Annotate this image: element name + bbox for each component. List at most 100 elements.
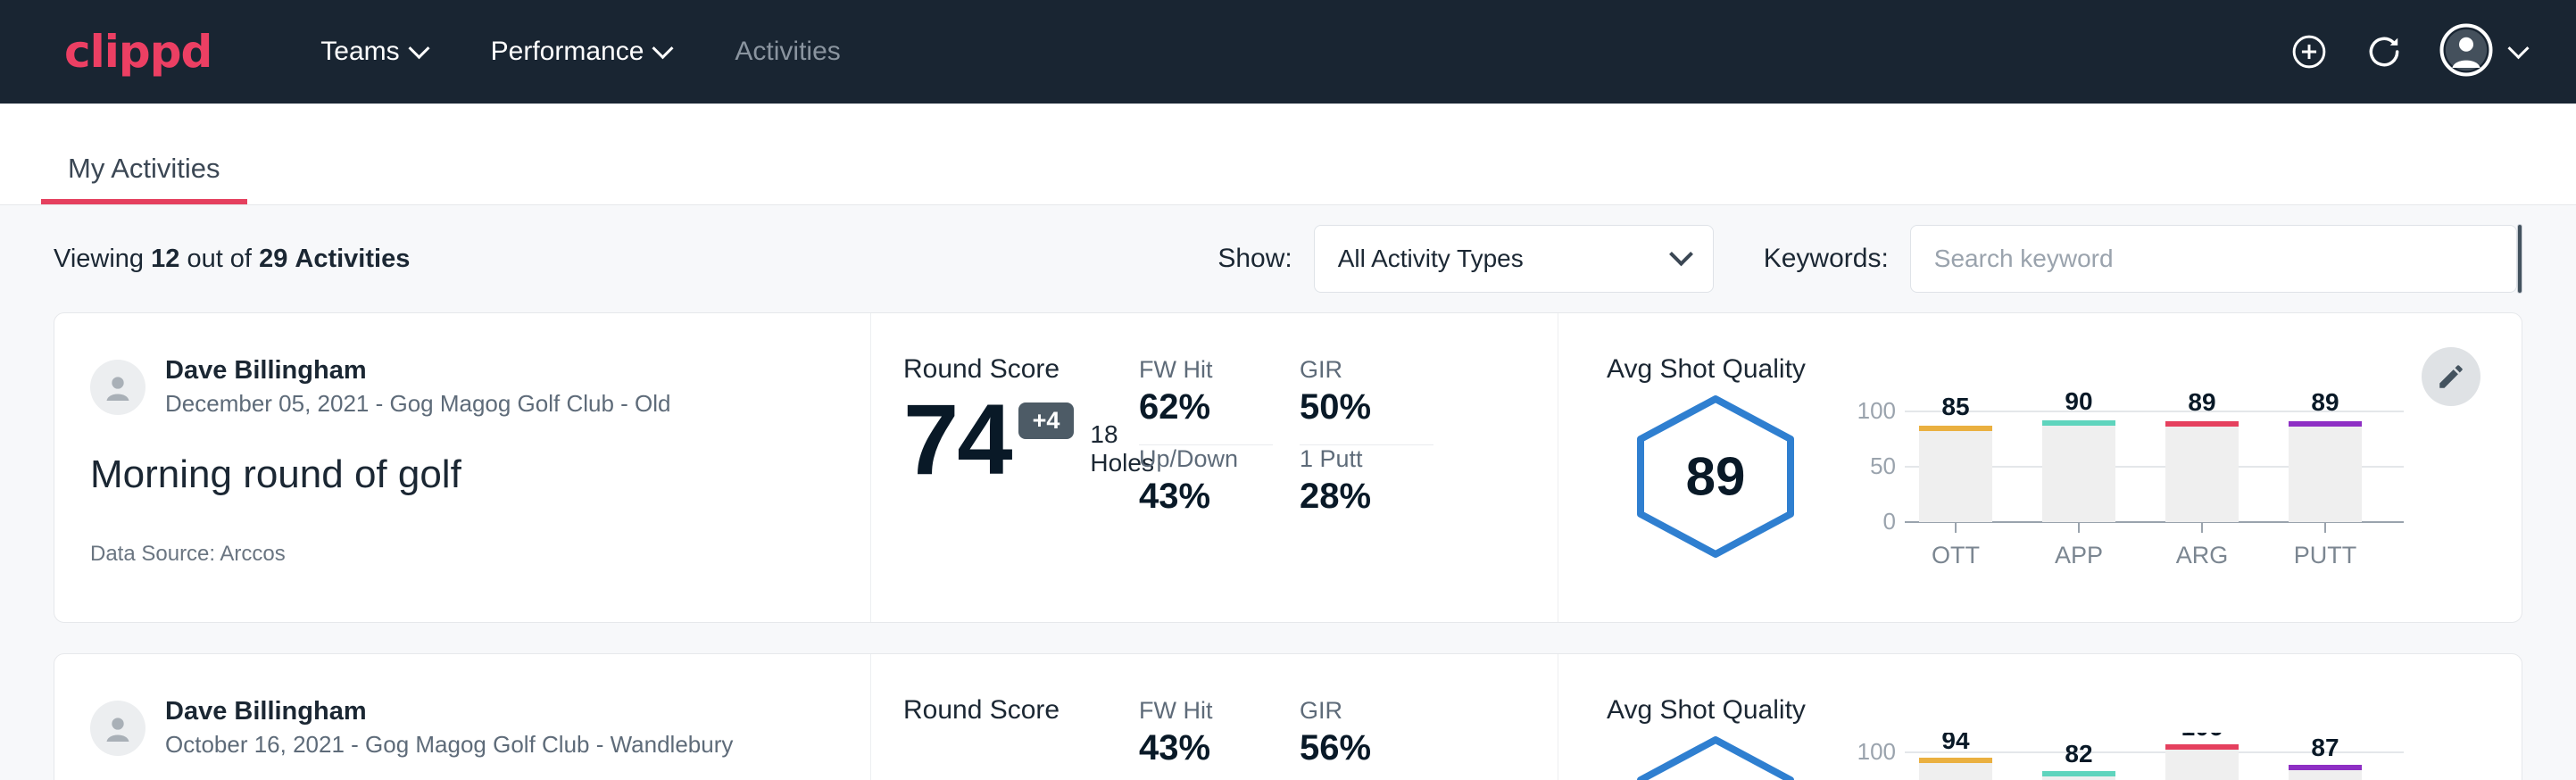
avg-shot-quality-label: Avg Shot Quality <box>1607 695 2522 726</box>
activity-stats-grid: FW Hit 43% GIR 56% <box>1139 654 1558 780</box>
stat-up-down-value: 43% <box>1139 477 1273 517</box>
round-score-label: Round Score <box>903 354 1139 385</box>
search-input[interactable]: Search keyword <box>1910 225 2517 293</box>
ytick-50: 50 <box>1870 452 1896 479</box>
account-menu[interactable] <box>2439 23 2526 81</box>
list-view-button[interactable] <box>2518 225 2522 293</box>
hexagon-icon <box>1626 733 1805 780</box>
score-to-par-badge: +4 <box>1018 402 1075 439</box>
nav-item-activities[interactable]: Activities <box>702 37 872 67</box>
tab-my-activities[interactable]: My Activities <box>41 153 247 204</box>
plus-circle-icon[interactable] <box>2289 32 2329 71</box>
bar-ott <box>1919 760 1992 780</box>
avatar <box>90 360 145 415</box>
person-icon <box>100 710 136 746</box>
list-view-icon <box>2518 241 2522 277</box>
chevron-down-icon <box>1669 242 1693 266</box>
pencil-icon <box>2436 361 2466 392</box>
activities-count-summary: Viewing 12 out of 29 Activities <box>54 245 410 274</box>
player-row: Dave Billingham October 16, 2021 - Gog M… <box>90 695 835 760</box>
stat-up-down: Up/Down 43% <box>1139 445 1273 535</box>
keyword-filter-group: Keywords: Search keyword <box>1764 225 2517 293</box>
stat-fw-hit: FW Hit 43% <box>1139 697 1273 780</box>
stat-gir: GIR 50% <box>1300 356 1433 445</box>
bar-label-app: 90 <box>2065 392 2092 415</box>
chevron-down-icon <box>652 37 674 59</box>
nav-item-teams[interactable]: Teams <box>288 37 458 67</box>
search-input-placeholder: Search keyword <box>1934 245 2114 273</box>
primary-nav-links: Teams Performance Activities <box>288 37 872 67</box>
activity-type-select[interactable]: All Activity Types <box>1314 225 1714 293</box>
ytick-0: 0 <box>1883 508 1896 535</box>
clippd-logo[interactable]: clippd <box>64 29 212 74</box>
ytick-100: 100 <box>1857 397 1896 424</box>
xtick-app: APP <box>2055 542 2103 568</box>
bar-ott <box>1919 428 1992 522</box>
avg-shot-quality-section: Avg Shot Quality 100 50 0 <box>1558 654 2522 780</box>
edit-activity-button[interactable] <box>2422 347 2480 406</box>
stat-fw-hit-value: 62% <box>1139 387 1273 427</box>
bar-cap-arg <box>2165 421 2239 427</box>
round-score-section: Round Score <box>871 654 1139 780</box>
ytick-100: 100 <box>1857 738 1896 765</box>
chevron-down-icon <box>408 37 429 59</box>
nav-item-teams-label: Teams <box>320 37 399 67</box>
activity-card[interactable]: Dave Billingham December 05, 2021 - Gog … <box>54 312 2522 623</box>
bar-cap-ott <box>1919 426 1992 431</box>
viewing-total: 29 <box>259 245 287 273</box>
refresh-icon[interactable] <box>2364 32 2404 71</box>
nav-item-activities-label: Activities <box>735 37 840 67</box>
avatar <box>90 701 145 756</box>
tab-my-activities-label: My Activities <box>68 153 220 184</box>
bar-cap-ott <box>1919 758 1992 763</box>
top-navigation-bar: clippd Teams Performance Activities <box>0 0 2576 104</box>
player-row: Dave Billingham December 05, 2021 - Gog … <box>90 354 835 419</box>
bar-putt <box>2289 424 2362 522</box>
activity-title: Morning round of golf <box>90 452 835 499</box>
xtick-putt: PUTT <box>2294 542 2357 568</box>
avg-shot-quality-row: 100 50 0 94 82 106 <box>1607 733 2522 780</box>
stat-up-down-label: Up/Down <box>1139 445 1273 473</box>
view-mode-toggle-group <box>2517 224 2522 294</box>
round-score-label: Round Score <box>903 695 1139 726</box>
nav-item-performance[interactable]: Performance <box>459 37 703 67</box>
player-name: Dave Billingham <box>165 354 671 386</box>
avg-shot-quality-value: 89 <box>1626 446 1805 508</box>
stat-fw-hit-value: 43% <box>1139 728 1273 768</box>
nav-right-actions <box>2289 23 2526 81</box>
bar-label-app: 82 <box>2065 740 2092 768</box>
viewing-suffix: Activities <box>295 245 410 273</box>
round-score-value: 74 <box>903 390 1011 490</box>
xtick-arg: ARG <box>2176 542 2229 568</box>
activity-card-summary: Dave Billingham October 16, 2021 - Gog M… <box>54 654 871 780</box>
bar-cap-putt <box>2289 421 2362 427</box>
stat-one-putt-value: 28% <box>1300 477 1433 517</box>
bar-chart-svg: 100 50 0 94 82 106 <box>1855 733 2408 780</box>
activity-meta: December 05, 2021 - Gog Magog Golf Club … <box>165 389 671 419</box>
avg-shot-quality-section: Avg Shot Quality 89 100 50 0 <box>1558 313 2522 622</box>
bar-cap-app <box>2042 771 2115 776</box>
shot-quality-bar-chart: 100 50 0 94 82 106 <box>1855 733 2408 780</box>
show-filter-group: Show: All Activity Types <box>1217 225 1713 293</box>
activity-card-summary: Dave Billingham December 05, 2021 - Gog … <box>54 313 871 622</box>
viewing-prefix: Viewing <box>54 245 144 273</box>
bar-cap-app <box>2042 420 2115 426</box>
avg-shot-quality-label: Avg Shot Quality <box>1607 354 2522 385</box>
bar-label-arg: 89 <box>2188 392 2215 416</box>
bar-arg <box>2165 747 2239 780</box>
xtick-ott: OTT <box>1932 542 1980 568</box>
activity-meta: October 16, 2021 - Gog Magog Golf Club -… <box>165 730 733 760</box>
stat-fw-hit-label: FW Hit <box>1139 356 1273 384</box>
activity-type-select-value: All Activity Types <box>1338 245 1524 273</box>
show-label: Show: <box>1217 244 1292 274</box>
activity-data-source: Data Source: Arccos <box>90 542 835 567</box>
bar-cap-putt <box>2289 765 2362 770</box>
chevron-down-icon <box>2507 37 2529 59</box>
stat-gir-value: 50% <box>1300 387 1433 427</box>
activity-card[interactable]: Dave Billingham October 16, 2021 - Gog M… <box>54 653 2522 780</box>
filter-toolbar: Viewing 12 out of 29 Activities Show: Al… <box>54 205 2522 312</box>
bar-label-ott: 85 <box>1941 393 1969 420</box>
bar-label-putt: 89 <box>2311 392 2339 416</box>
viewing-count: 12 <box>151 245 179 273</box>
account-avatar-icon <box>2439 23 2493 81</box>
